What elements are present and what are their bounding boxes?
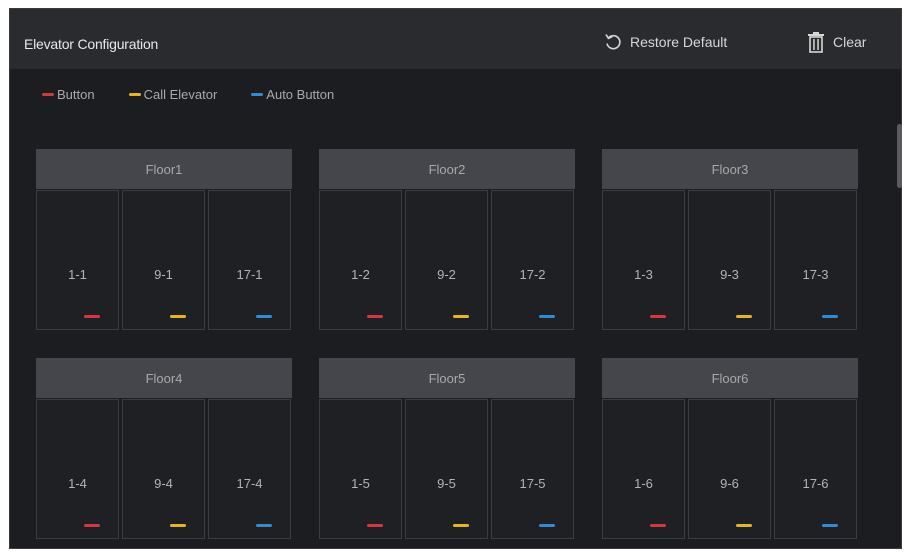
legend-label-call-elevator: Call Elevator bbox=[143, 87, 218, 102]
button-color-swatch bbox=[42, 93, 54, 96]
floor-cell[interactable]: 1-5 bbox=[319, 399, 402, 539]
auto-button-color-swatch bbox=[251, 93, 264, 96]
floor-card: Floor2 1-2 9-2 17-2 bbox=[319, 149, 575, 330]
floor-cell[interactable]: 9-2 bbox=[405, 190, 488, 330]
floor-cells: 1-3 9-3 17-3 bbox=[602, 190, 858, 330]
floor-card: Floor1 1-1 9-1 17-1 bbox=[36, 149, 292, 330]
cell-label: 17-3 bbox=[802, 267, 829, 282]
restore-icon bbox=[604, 32, 622, 52]
cell-type-indicator bbox=[650, 315, 666, 318]
clear-label: Clear bbox=[833, 34, 867, 50]
floor-cell[interactable]: 9-6 bbox=[688, 399, 771, 539]
floor-cell[interactable]: 1-1 bbox=[36, 190, 119, 330]
cell-type-indicator bbox=[367, 524, 383, 527]
cell-label: 9-6 bbox=[720, 476, 739, 491]
floor-cell[interactable]: 17-6 bbox=[774, 399, 857, 539]
floor-header: Floor4 bbox=[36, 358, 292, 398]
cell-type-indicator bbox=[84, 524, 100, 527]
floor-cell[interactable]: 9-4 bbox=[122, 399, 205, 539]
cell-label: 9-2 bbox=[437, 267, 456, 282]
floor-header: Floor5 bbox=[319, 358, 575, 398]
cell-type-indicator bbox=[84, 315, 100, 318]
floor-cell[interactable]: 9-3 bbox=[688, 190, 771, 330]
cell-label: 9-5 bbox=[437, 476, 456, 491]
cell-label: 17-1 bbox=[236, 267, 263, 282]
elevator-config-panel: Elevator Configuration Restore Default C… bbox=[9, 8, 902, 549]
cell-type-indicator bbox=[650, 524, 666, 527]
cell-type-indicator bbox=[170, 315, 186, 318]
cell-type-indicator bbox=[539, 315, 555, 318]
cell-type-indicator bbox=[736, 524, 752, 527]
cell-type-indicator bbox=[170, 524, 186, 527]
floor-header: Floor1 bbox=[36, 149, 292, 189]
floor-cells: 1-1 9-1 17-1 bbox=[36, 190, 292, 330]
cell-label: 1-2 bbox=[351, 267, 370, 282]
cell-type-indicator bbox=[453, 315, 469, 318]
floor-card: Floor4 1-4 9-4 17-4 bbox=[36, 358, 292, 539]
cell-type-indicator bbox=[539, 524, 555, 527]
floor-header: Floor2 bbox=[319, 149, 575, 189]
floor-cell[interactable]: 1-2 bbox=[319, 190, 402, 330]
cell-type-indicator bbox=[367, 315, 383, 318]
legend-label-button: Button bbox=[57, 87, 95, 102]
cell-type-indicator bbox=[736, 315, 752, 318]
floor-cell[interactable]: 1-4 bbox=[36, 399, 119, 539]
floor-header: Floor6 bbox=[602, 358, 858, 398]
floor-cell[interactable]: 1-6 bbox=[602, 399, 685, 539]
trash-icon bbox=[807, 31, 825, 53]
floor-cell[interactable]: 17-5 bbox=[491, 399, 574, 539]
cell-type-indicator bbox=[822, 524, 838, 527]
vertical-scrollbar[interactable] bbox=[897, 124, 902, 188]
floor-card: Floor3 1-3 9-3 17-3 bbox=[602, 149, 858, 330]
panel-header: Elevator Configuration Restore Default C… bbox=[10, 9, 901, 69]
cell-type-indicator bbox=[453, 524, 469, 527]
cell-label: 1-1 bbox=[68, 267, 87, 282]
cell-label: 1-6 bbox=[634, 476, 653, 491]
cell-type-indicator bbox=[256, 315, 272, 318]
floor-cell[interactable]: 9-5 bbox=[405, 399, 488, 539]
legend: Button Call Elevator Auto Button bbox=[42, 87, 368, 102]
floor-cells: 1-4 9-4 17-4 bbox=[36, 399, 292, 539]
cell-label: 1-4 bbox=[68, 476, 87, 491]
cell-label: 17-6 bbox=[802, 476, 829, 491]
floor-cell[interactable]: 17-2 bbox=[491, 190, 574, 330]
cell-label: 9-3 bbox=[720, 267, 739, 282]
floor-cell[interactable]: 9-1 bbox=[122, 190, 205, 330]
legend-item-button: Button bbox=[42, 87, 95, 102]
floor-cell[interactable]: 1-3 bbox=[602, 190, 685, 330]
floor-card: Floor6 1-6 9-6 17-6 bbox=[602, 358, 858, 539]
floor-cells: 1-5 9-5 17-5 bbox=[319, 399, 575, 539]
cell-label: 1-5 bbox=[351, 476, 370, 491]
floor-cell[interactable]: 17-1 bbox=[208, 190, 291, 330]
cell-label: 17-5 bbox=[519, 476, 546, 491]
floor-cells: 1-2 9-2 17-2 bbox=[319, 190, 575, 330]
cell-label: 17-4 bbox=[236, 476, 263, 491]
legend-item-auto-button: Auto Button bbox=[251, 87, 334, 102]
restore-default-label: Restore Default bbox=[630, 34, 728, 50]
cell-type-indicator bbox=[822, 315, 838, 318]
floor-cell[interactable]: 17-4 bbox=[208, 399, 291, 539]
call-elevator-color-swatch bbox=[128, 93, 141, 96]
legend-item-call-elevator: Call Elevator bbox=[128, 87, 218, 102]
clear-button[interactable]: Clear bbox=[807, 28, 866, 56]
floor-cell[interactable]: 17-3 bbox=[774, 190, 857, 330]
restore-default-button[interactable]: Restore Default bbox=[604, 28, 727, 56]
cell-type-indicator bbox=[256, 524, 272, 527]
floor-card: Floor5 1-5 9-5 17-5 bbox=[319, 358, 575, 539]
page-title: Elevator Configuration bbox=[24, 36, 159, 52]
cell-label: 17-2 bbox=[519, 267, 546, 282]
floor-grid: Floor1 1-1 9-1 17-1 Floor2 1-2 9-2 17-2 Floor3 1-… bbox=[36, 149, 864, 545]
cell-label: 1-3 bbox=[634, 267, 653, 282]
cell-label: 9-1 bbox=[154, 267, 173, 282]
legend-label-auto-button: Auto Button bbox=[266, 87, 335, 102]
floor-cells: 1-6 9-6 17-6 bbox=[602, 399, 858, 539]
cell-label: 9-4 bbox=[154, 476, 173, 491]
floor-header: Floor3 bbox=[602, 149, 858, 189]
